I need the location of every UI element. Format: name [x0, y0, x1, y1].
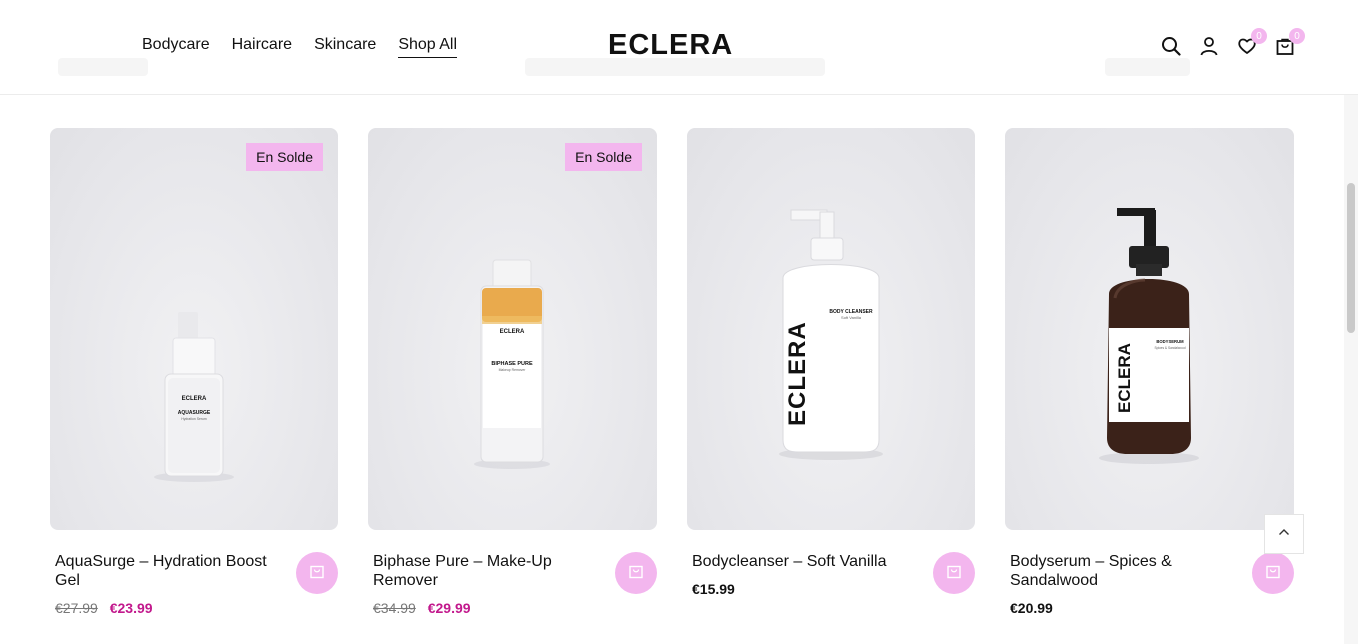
product-image[interactable]: En Solde ECLERA BIPHASE PURE Makeup Remo… [368, 128, 657, 530]
product-info: Bodyserum – Spices & Sandalwood €20.99 [1005, 530, 1294, 616]
product-grid: En Solde ECLERA AQUASURGE Hydration Seru… [50, 128, 1294, 616]
shopping-bag-icon [946, 563, 962, 584]
shopping-bag-icon [1265, 563, 1281, 584]
add-to-cart-button[interactable] [615, 552, 657, 594]
ghost-element [1105, 58, 1190, 76]
product-image-graphic: ECLERA AQUASURGE Hydration Serum [154, 312, 234, 482]
sale-badge: En Solde [565, 143, 642, 171]
add-to-cart-button[interactable] [1252, 552, 1294, 594]
shopping-bag-icon [628, 563, 644, 584]
add-to-cart-button[interactable] [296, 552, 338, 594]
bottle-label: BIPHASE PURE [491, 361, 533, 367]
product-prices: €27.99 €23.99 [55, 600, 284, 616]
bottle-label: AQUASURGE [178, 410, 211, 416]
product-price: €15.99 [692, 581, 735, 597]
product-card[interactable]: ECLERA BODY CLEANSER Soft Vanilla Bodycl… [687, 128, 975, 616]
bottle-label: BODYSERUM [1156, 339, 1184, 344]
bottle-sub: Makeup Remover [499, 368, 527, 372]
product-image-graphic: ECLERA BODY CLEANSER Soft Vanilla [779, 209, 883, 460]
page-scrollbar[interactable] [1344, 95, 1358, 644]
product-image[interactable]: ECLERA BODYSERUM Spices & Sandalwood [1005, 128, 1294, 530]
main-nav: Bodycare Haircare Skincare Shop All [142, 36, 458, 58]
product-card[interactable]: ECLERA BODYSERUM Spices & Sandalwood Bod… [1005, 128, 1294, 616]
bottle-brand: ECLERA [182, 396, 207, 402]
chevron-up-icon [1277, 525, 1291, 544]
user-icon[interactable] [1198, 34, 1220, 58]
sale-price: €29.99 [427, 600, 471, 616]
bottle-brand: ECLERA [784, 321, 811, 426]
original-price: €34.99 [373, 600, 416, 616]
product-name[interactable]: Biphase Pure – Make-Up Remover [373, 552, 603, 590]
nav-bodycare[interactable]: Bodycare [142, 36, 210, 58]
bottle-brand: ECLERA [500, 329, 525, 335]
sale-price: €23.99 [109, 600, 153, 616]
product-prices: €20.99 [1010, 600, 1240, 616]
product-card[interactable]: En Solde ECLERA AQUASURGE Hydration Seru… [50, 128, 338, 616]
search-icon[interactable] [1160, 34, 1182, 58]
wishlist-count-badge: 0 [1251, 28, 1267, 44]
product-price: €20.99 [1010, 600, 1053, 616]
product-name[interactable]: Bodycleanser – Soft Vanilla [692, 552, 921, 571]
nav-haircare[interactable]: Haircare [232, 36, 292, 58]
bottle-sub: Spices & Sandalwood [1154, 346, 1185, 350]
product-prices: €34.99 €29.99 [373, 600, 603, 616]
product-card[interactable]: En Solde ECLERA BIPHASE PURE Makeup Remo… [368, 128, 657, 616]
add-to-cart-button[interactable] [933, 552, 975, 594]
back-to-top-button[interactable] [1264, 514, 1304, 554]
header-icons: 0 0 [1160, 28, 1305, 58]
product-image-graphic: ECLERA BIPHASE PURE Makeup Remover [474, 259, 550, 469]
scrollbar-thumb[interactable] [1347, 183, 1355, 333]
product-image[interactable]: En Solde ECLERA AQUASURGE Hydration Seru… [50, 128, 338, 530]
product-prices: €15.99 [692, 581, 921, 597]
product-info: Bodycleanser – Soft Vanilla €15.99 [687, 530, 975, 597]
sale-badge: En Solde [246, 143, 323, 171]
ghost-element [58, 58, 148, 76]
bottle-sub: Hydration Serum [181, 417, 207, 421]
bottle-brand: ECLERA [1115, 343, 1134, 413]
product-info: Biphase Pure – Make-Up Remover €34.99 €2… [368, 530, 657, 616]
original-price: €27.99 [55, 600, 98, 616]
product-name[interactable]: Bodyserum – Spices & Sandalwood [1010, 552, 1240, 590]
product-image-graphic: ECLERA BODYSERUM Spices & Sandalwood [1099, 208, 1199, 464]
cart-icon[interactable]: 0 [1274, 28, 1305, 58]
nav-skincare[interactable]: Skincare [314, 36, 376, 58]
nav-shop-all[interactable]: Shop All [398, 36, 458, 58]
product-image[interactable]: ECLERA BODY CLEANSER Soft Vanilla [687, 128, 975, 530]
site-header: Bodycare Haircare Skincare Shop All ECLE… [0, 0, 1358, 95]
heart-icon[interactable]: 0 [1236, 28, 1267, 58]
site-logo[interactable]: ECLERA [608, 29, 733, 62]
cart-count-badge: 0 [1289, 28, 1305, 44]
shopping-bag-icon [309, 563, 325, 584]
bottle-sub: Soft Vanilla [841, 315, 862, 320]
product-info: AquaSurge – Hydration Boost Gel €27.99 €… [50, 530, 338, 616]
product-name[interactable]: AquaSurge – Hydration Boost Gel [55, 552, 284, 590]
